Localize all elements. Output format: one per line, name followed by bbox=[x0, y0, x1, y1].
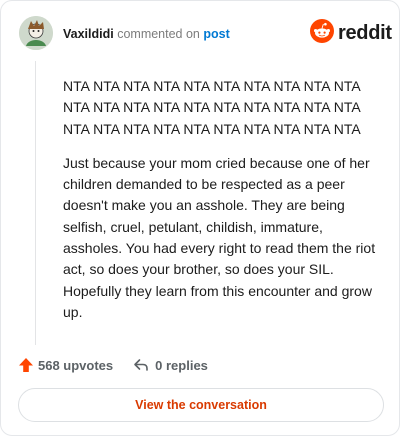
avatar[interactable] bbox=[19, 16, 53, 50]
reddit-logo[interactable]: reddit bbox=[310, 18, 392, 48]
comment-paragraph: NTA NTA NTA NTA NTA NTA NTA NTA NTA NTA … bbox=[63, 78, 361, 137]
post-link[interactable]: post bbox=[203, 27, 229, 41]
replies-count: 0 replies bbox=[155, 357, 208, 373]
reddit-wordmark: reddit bbox=[338, 21, 392, 44]
replies-button[interactable]: 0 replies bbox=[133, 357, 208, 373]
reply-arrow-icon bbox=[133, 357, 149, 373]
comment-body: NTA NTA NTA NTA NTA NTA NTA NTA NTA NTA … bbox=[63, 76, 381, 336]
upvote-button[interactable]: 568 upvotes bbox=[18, 357, 113, 373]
comment-actions: 568 upvotes 0 replies bbox=[18, 355, 208, 375]
upvotes-count: 568 upvotes bbox=[38, 357, 114, 373]
view-conversation-button[interactable]: View the conversation bbox=[18, 388, 384, 422]
comment-paragraph: Just because your mom cried because one … bbox=[63, 154, 376, 320]
thread-line bbox=[35, 61, 36, 345]
embedded-comment-card: Vaxildidi commented on post reddit NTA N… bbox=[0, 0, 400, 436]
username-link[interactable]: Vaxildidi bbox=[63, 27, 114, 41]
comment-byline: Vaxildidi commented on post bbox=[63, 27, 230, 41]
upvote-arrow-icon bbox=[18, 357, 34, 373]
reddit-snoo-icon bbox=[310, 18, 334, 48]
byline-action-text: commented on bbox=[117, 27, 200, 41]
